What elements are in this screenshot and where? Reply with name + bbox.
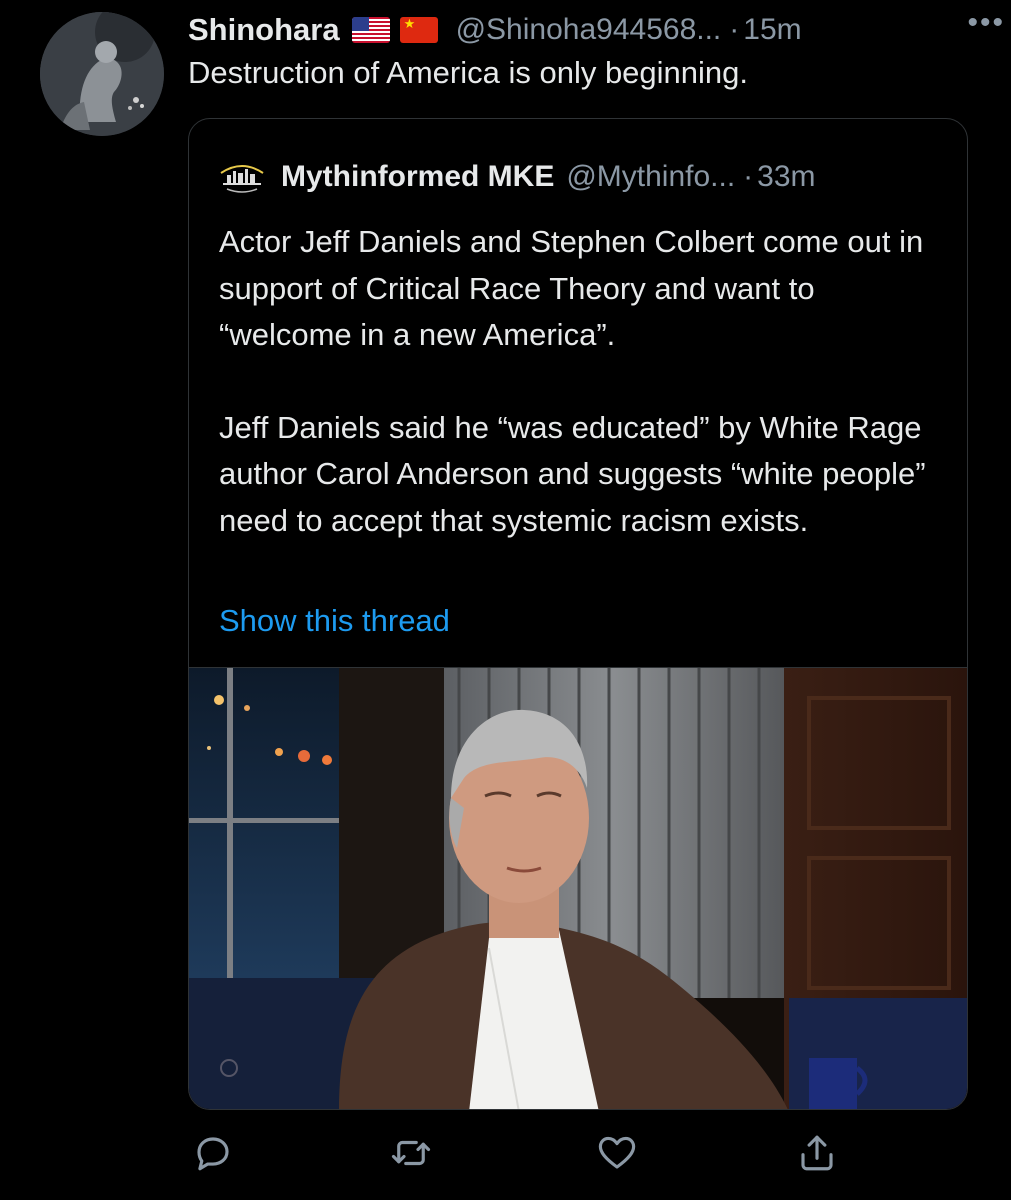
author-handle[interactable]: @Shinoha944568... [456,13,722,47]
tweet-actions [188,1128,968,1178]
quoted-separator-dot: · [743,160,754,193]
quoted-paragraph-2: Jeff Daniels said he “was educated” by W… [219,409,926,538]
quoted-timestamp[interactable]: 33m [757,160,815,194]
more-dots-icon[interactable]: ••• [967,6,1005,40]
retweet-icon[interactable] [386,1128,436,1178]
quoted-display-name[interactable]: Mythinformed MKE [281,160,554,194]
us-flag-icon [351,17,390,43]
tweet-text: Destruction of America is only beginning… [188,55,749,90]
china-flag-icon [399,17,438,43]
avatar-image [40,12,164,136]
quoted-paragraph-1: Actor Jeff Daniels and Stephen Colbert c… [219,224,924,352]
separator-dot: · [729,13,740,46]
quoted-tweet[interactable]: Mythinformed MKE @Mythinfo... · 33m Acto… [188,118,968,1110]
reply-icon[interactable] [188,1128,238,1178]
author-display-name[interactable]: Shinohara [188,12,340,48]
show-thread-link[interactable]: Show this thread [219,603,450,639]
tweet-timestamp[interactable]: 15m [743,13,801,47]
share-icon[interactable] [792,1128,842,1178]
quoted-handle[interactable]: @Mythinfo... [566,160,735,194]
quoted-media-image[interactable] [189,667,967,1109]
quoted-tweet-header: Mythinformed MKE @Mythinfo... · 33m [217,157,957,197]
talk-show-photo [189,668,967,1109]
tweet: Shinohara @Shinoha944568... · 15m ••• De… [0,0,1011,1200]
author-avatar[interactable] [40,12,164,136]
quoted-tweet-text: Actor Jeff Daniels and Stephen Colbert c… [219,219,939,544]
mythinformed-logo-icon [217,157,267,197]
like-icon[interactable] [592,1128,642,1178]
tweet-header: Shinohara @Shinoha944568... · 15m [188,10,978,50]
